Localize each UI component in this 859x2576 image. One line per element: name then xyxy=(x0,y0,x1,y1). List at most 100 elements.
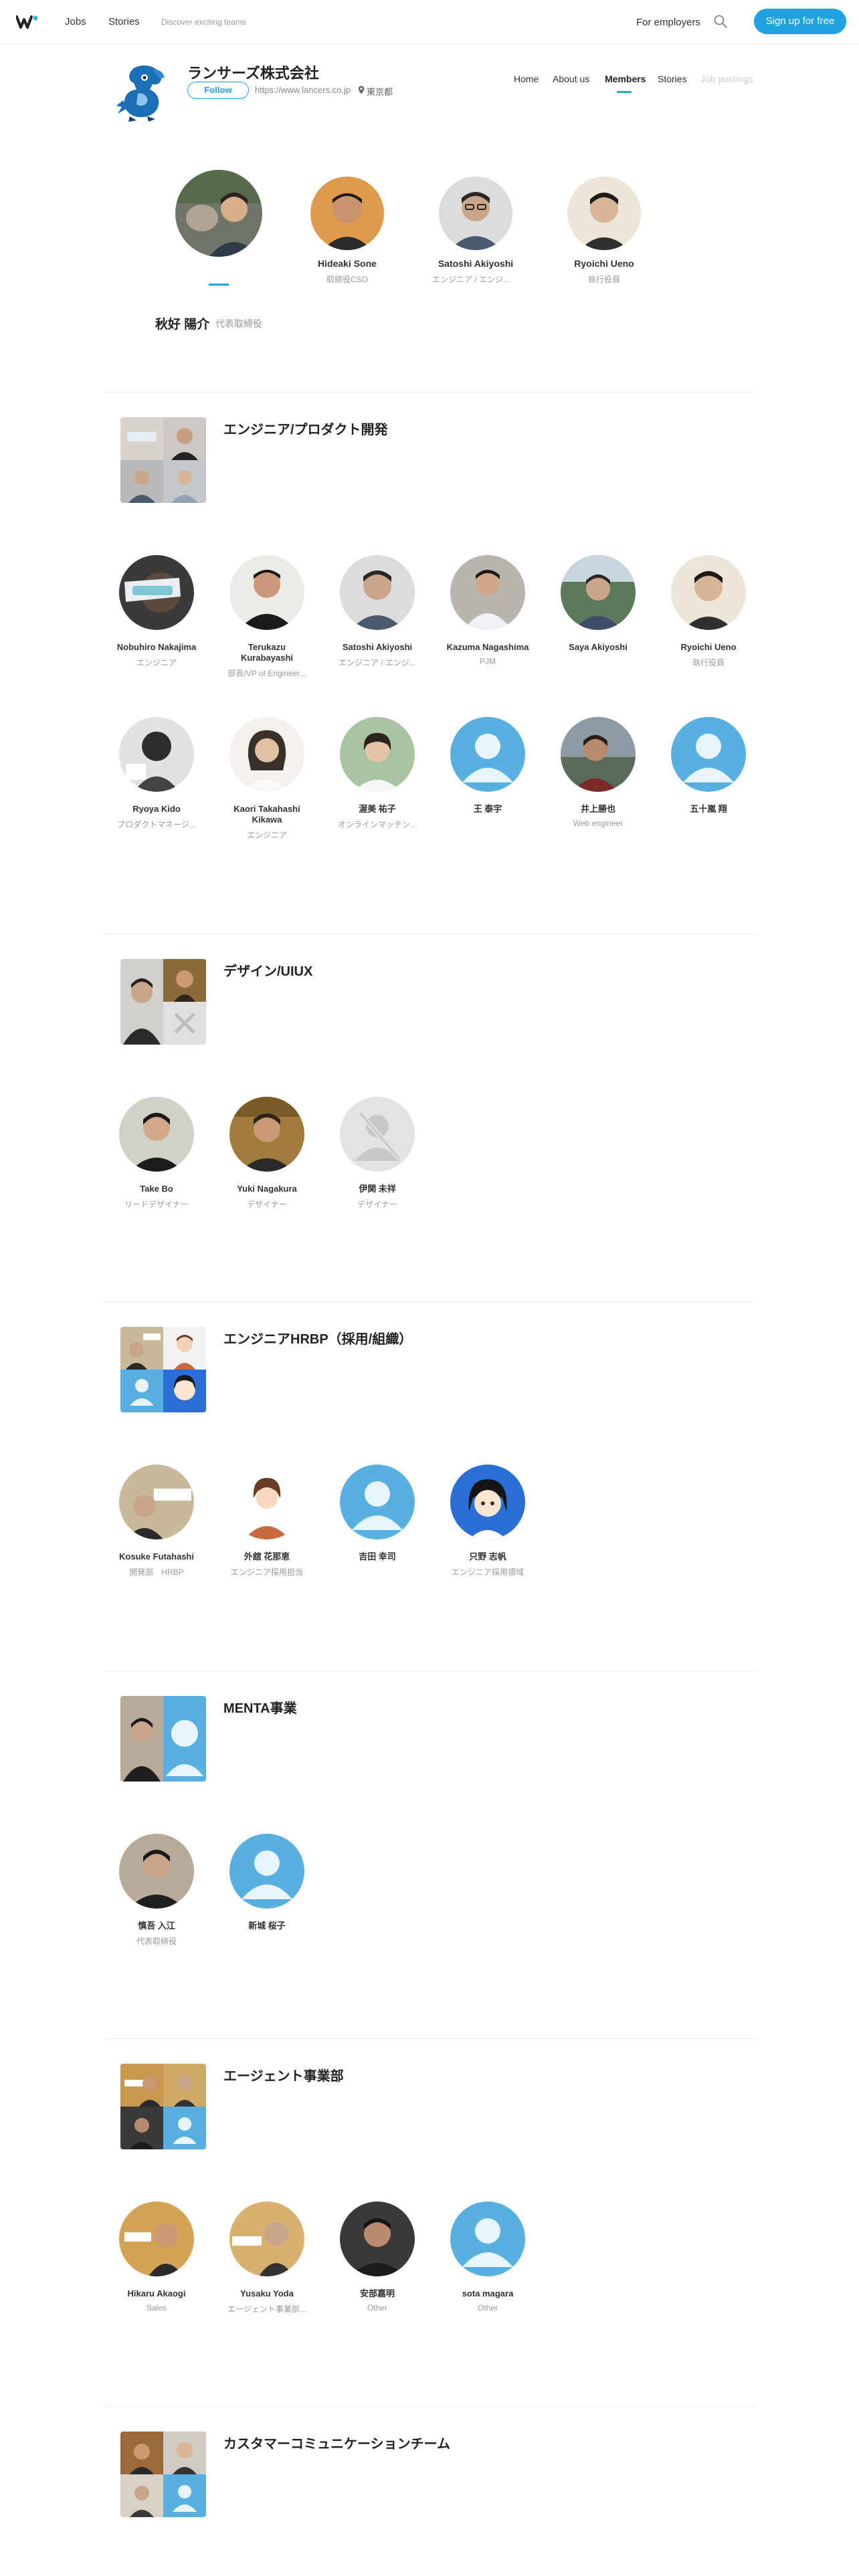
nav-jobs-link[interactable]: Jobs xyxy=(65,16,86,27)
member-card[interactable]: Kosuke Futahashi 開発部 HRBP xyxy=(106,1465,207,1578)
member-role: エンジニア xyxy=(136,658,177,667)
featured-member-role: エンジニア / エンジニアリ... xyxy=(432,275,519,284)
section-divider xyxy=(104,2406,756,2407)
team-thumbnail[interactable] xyxy=(120,959,206,1045)
member-role: エンジニア採用担当 xyxy=(230,1568,303,1577)
member-card[interactable]: Yusaku Yoda エージェント事業部... xyxy=(217,2202,317,2315)
avatar xyxy=(561,717,636,792)
member-card[interactable]: Kazuma Nagashima PJM xyxy=(438,555,538,666)
member-card[interactable]: Ryoya Kido プロダクトマネージ... xyxy=(106,717,207,830)
member-card[interactable]: 新城 桜子 xyxy=(217,1834,317,1935)
member-card[interactable]: Kaori Takahashi Kikawa エンジニア xyxy=(217,717,317,841)
member-name: Nobuhiro Nakajima xyxy=(116,642,197,652)
member-card[interactable]: 安部嘉明 Other xyxy=(327,2202,427,2313)
nav-stories-link[interactable]: Stories xyxy=(108,16,140,27)
section-divider xyxy=(104,2038,756,2039)
featured-member[interactable]: Satoshi Akiyoshi エンジニア / エンジニアリ... xyxy=(432,177,519,285)
member-card[interactable]: Ryoichi Ueno 執行役員 xyxy=(658,555,759,668)
member-card[interactable]: 伊関 未祥 デザイナー xyxy=(327,1097,427,1210)
team-thumbnail[interactable] xyxy=(120,417,206,503)
member-card[interactable]: Hikaru Akaogi Sales xyxy=(106,2202,207,2313)
member-role: Other xyxy=(477,2303,498,2313)
member-name: 王 泰宇 xyxy=(473,804,502,814)
avatar xyxy=(340,717,415,792)
team-thumbnail[interactable] xyxy=(120,1327,206,1412)
team-section-title: エンジニア/プロダクト開発 xyxy=(223,423,388,437)
avatar xyxy=(450,555,525,630)
member-role: エンジニア xyxy=(246,831,287,840)
avatar-placeholder xyxy=(340,1465,415,1539)
section-divider xyxy=(104,1301,756,1302)
nav-employers-link[interactable]: For employers xyxy=(636,17,700,28)
member-name: 外舘 花那恵 xyxy=(244,1551,290,1562)
avatar xyxy=(340,2202,415,2276)
featured-member-name: Ryoichi Ueno xyxy=(574,258,634,269)
member-name: 伊関 未祥 xyxy=(359,1184,396,1194)
avatar xyxy=(567,177,641,250)
member-role: 部長/VP of Engineer... xyxy=(227,669,306,678)
team-thumbnail[interactable] xyxy=(120,1696,206,1782)
member-name: Kaori Takahashi Kikawa xyxy=(233,804,300,825)
avatar xyxy=(561,555,636,630)
search-icon[interactable] xyxy=(713,14,728,29)
tab-stories[interactable]: Stories xyxy=(658,74,687,84)
member-card[interactable]: Saya Akiyoshi xyxy=(548,555,648,657)
tab-home[interactable]: Home xyxy=(514,74,539,84)
member-name: Ryoya Kido xyxy=(132,804,181,814)
member-role: Sales xyxy=(146,2303,167,2313)
member-name: Yuki Nagakura xyxy=(237,1184,297,1194)
featured-member[interactable]: Ryoichi Ueno 執行役員 xyxy=(562,177,646,285)
tab-job-postings: Job postings xyxy=(700,74,753,84)
member-card[interactable]: 吉田 幸司 xyxy=(327,1465,427,1566)
member-role: エージェント事業部... xyxy=(227,2304,306,2314)
member-card[interactable]: 王 泰宇 xyxy=(438,717,538,819)
avatar xyxy=(119,1834,194,1909)
avatar-placeholder xyxy=(229,1834,304,1909)
member-card[interactable]: sota magara Other xyxy=(438,2202,538,2313)
member-role: Web engineer xyxy=(573,819,624,828)
member-name: 吉田 幸司 xyxy=(359,1551,396,1562)
member-card[interactable]: Nobuhiro Nakajima エンジニア xyxy=(106,555,207,668)
member-card[interactable]: Take Bo リードデザイナー xyxy=(106,1097,207,1210)
member-role: Other xyxy=(367,2303,387,2313)
avatar xyxy=(229,555,304,630)
member-name: Yusaku Yoda xyxy=(240,2288,294,2298)
member-name: Terukazu Kurabayashi xyxy=(240,642,294,663)
avatar-placeholder xyxy=(450,717,525,792)
team-thumbnail[interactable] xyxy=(120,2064,206,2149)
avatar xyxy=(671,555,746,630)
member-card[interactable]: Satoshi Akiyoshi エンジニア / エンジ... xyxy=(327,555,427,668)
team-section-title: エンジニアHRBP（採用/組織） xyxy=(223,1332,413,1347)
avatar-placeholder xyxy=(671,717,746,792)
member-name: Take Bo xyxy=(140,1184,173,1194)
nav-tagline-link[interactable]: Discover exciting teams xyxy=(161,17,246,27)
signup-button[interactable]: Sign up for free xyxy=(754,9,846,34)
team-section-title: デザイン/UIUX xyxy=(223,964,313,979)
avatar xyxy=(229,1097,304,1172)
team-section-title: エージェント事業部 xyxy=(223,2069,344,2084)
team-thumbnail[interactable] xyxy=(120,2432,206,2517)
member-card[interactable]: 只野 志帆 エンジニア採用領域 xyxy=(438,1465,538,1578)
featured-member[interactable] xyxy=(175,170,262,257)
member-role: デザイナー xyxy=(357,1200,397,1209)
member-card[interactable]: 慎吾 入江 代表取締役 xyxy=(106,1834,207,1947)
avatar xyxy=(119,2202,194,2276)
featured-member-name: Satoshi Akiyoshi xyxy=(438,258,514,269)
section-divider xyxy=(104,392,756,393)
avatar xyxy=(119,1097,194,1172)
member-card[interactable]: 五十嵐 翔 xyxy=(658,717,759,819)
member-role: デザイナー xyxy=(247,1200,287,1209)
member-card[interactable]: Terukazu Kurabayashi 部長/VP of Engineer..… xyxy=(217,555,317,679)
member-card[interactable]: 井上勝也 Web engineer xyxy=(548,717,648,828)
member-card[interactable]: 外舘 花那恵 エンジニア採用担当 xyxy=(217,1465,317,1578)
team-section-title: MENTA事業 xyxy=(223,1701,297,1716)
avatar-placeholder xyxy=(450,2202,525,2276)
wantedly-logo[interactable] xyxy=(16,15,39,29)
member-role: PJM xyxy=(480,657,496,666)
tab-about-us[interactable]: About us xyxy=(553,74,589,84)
member-card[interactable]: Yuki Nagakura デザイナー xyxy=(217,1097,317,1210)
featured-member[interactable]: Hideaki Sone 取締役CSO xyxy=(305,177,389,285)
member-name: 慎吾 入江 xyxy=(138,1921,175,1931)
tab-members[interactable]: Members xyxy=(605,74,646,84)
member-card[interactable]: 渥美 祐子 オンラインマッチン... xyxy=(327,717,427,830)
